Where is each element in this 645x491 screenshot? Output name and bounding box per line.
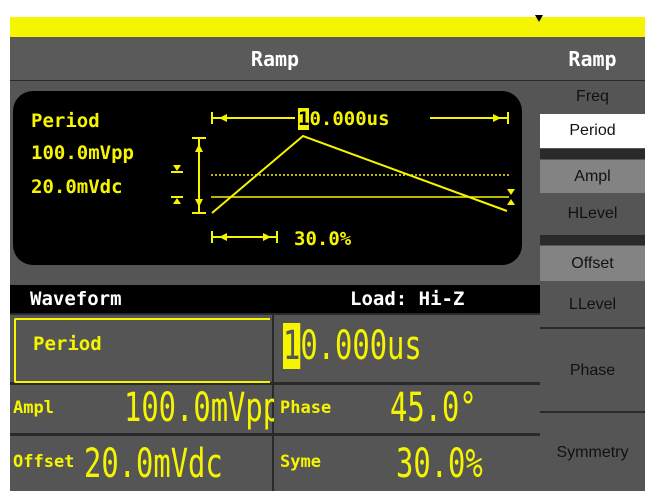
bar-marker-icon	[535, 15, 543, 22]
menu-ampl[interactable]: Ampl	[540, 160, 645, 193]
period-param-value[interactable]: 10.000us	[283, 322, 476, 370]
status-mode: Waveform	[30, 288, 122, 310]
phase-param-label: Phase	[280, 398, 332, 418]
page-title: Ramp	[10, 37, 540, 81]
preview-period-label: Period	[31, 110, 100, 132]
menu-offset[interactable]: Offset	[540, 246, 645, 281]
period-param-value-text: 10.000us	[283, 323, 422, 369]
menu-period[interactable]: Period	[540, 114, 645, 148]
offset-param-value[interactable]: 20.0mVdc	[84, 441, 277, 487]
menu-separator	[540, 149, 645, 159]
preview-amplitude: 100.0mVpp	[31, 142, 134, 164]
menu-header: Ramp	[540, 37, 645, 81]
preview-period-value: 10.000us	[296, 108, 392, 130]
top-status-bar	[10, 17, 645, 37]
offset-param-label: Offset	[13, 452, 75, 472]
syme-param-value[interactable]: 30.0%	[396, 441, 516, 487]
generator-screen: Ramp Period 100.0mVpp 20.0mVdc 10.000us …	[0, 0, 645, 491]
syme-param-label: Syme	[280, 452, 321, 472]
menu-symmetry[interactable]: Symmetry	[540, 414, 645, 491]
menu-hlevel[interactable]: HLevel	[540, 194, 645, 234]
status-load: Load: Hi-Z	[350, 288, 465, 310]
menu-phase[interactable]: Phase	[540, 330, 645, 411]
ampl-param-label: Ampl	[13, 398, 54, 418]
status-bar: Waveform Load: Hi-Z	[10, 285, 540, 313]
phase-param-value[interactable]: 45.0°	[390, 385, 510, 431]
menu-separator	[540, 235, 645, 245]
period-param-label: Period	[33, 333, 102, 355]
preview-period-rest: 0.000us	[309, 108, 390, 130]
cursor-digit: 1	[298, 108, 310, 130]
menu-divider	[540, 327, 645, 329]
menu-divider	[540, 411, 645, 413]
preview-symmetry: 30.0%	[294, 228, 352, 250]
menu-llevel[interactable]: LLevel	[540, 282, 645, 327]
menu-freq[interactable]: Freq	[540, 81, 645, 113]
preview-offset: 20.0mVdc	[31, 176, 123, 198]
